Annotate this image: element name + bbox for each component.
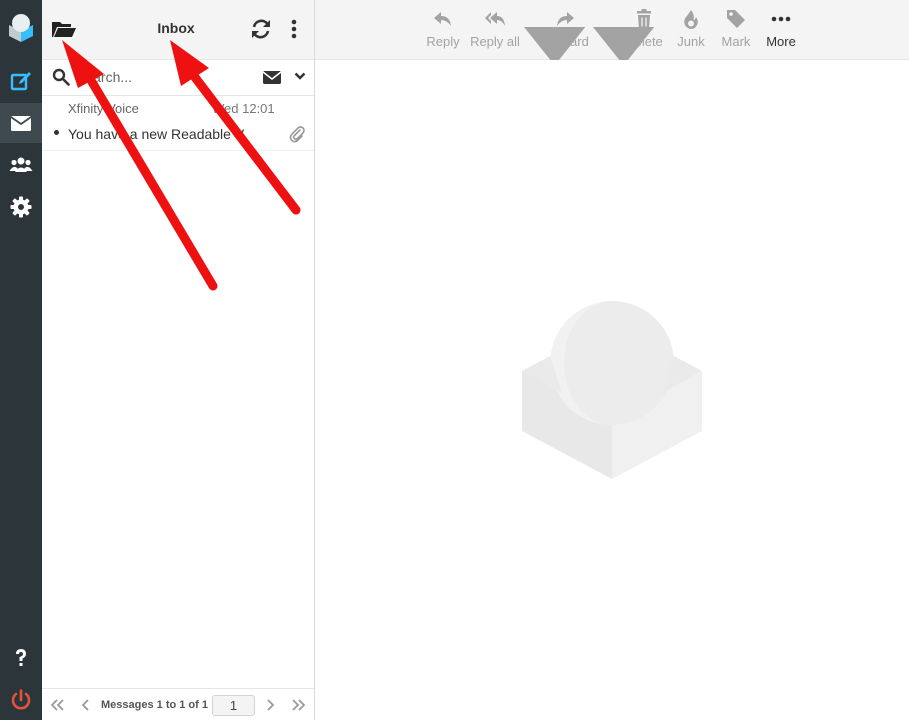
reply-button[interactable]: Reply xyxy=(423,8,463,54)
chevron-down-icon[interactable] xyxy=(294,70,306,82)
roundcube-watermark-icon xyxy=(522,301,702,479)
help-button[interactable] xyxy=(0,638,42,678)
mark-button[interactable]: Mark xyxy=(717,8,755,54)
logout-icon xyxy=(11,689,31,710)
message-subject: You have a new Readable V xyxy=(68,126,245,142)
message-date: Wed 12:01 xyxy=(212,101,275,116)
more-horizontal-icon xyxy=(771,16,791,22)
forward-button[interactable]: Forward xyxy=(539,8,591,54)
refresh-icon[interactable] xyxy=(249,17,273,41)
settings-icon xyxy=(10,196,32,218)
mark-label: Mark xyxy=(721,34,751,49)
message-from: Xfinity Voice xyxy=(68,101,139,116)
settings-button[interactable] xyxy=(0,187,42,227)
message-list-panel: Inbox Xfinity Voice Wed 12:01 xyxy=(42,0,315,720)
junk-label: Junk xyxy=(677,34,705,49)
delete-button[interactable]: Delete xyxy=(623,8,665,54)
contacts-icon xyxy=(9,157,33,172)
contacts-button[interactable] xyxy=(0,145,42,185)
reply-all-button[interactable]: Reply all xyxy=(469,8,521,54)
forward-label: Forward xyxy=(541,34,589,49)
message-toolbar: Reply Reply all Forward Delete Junk Mark… xyxy=(315,0,909,66)
reply-icon xyxy=(434,12,451,26)
forward-icon xyxy=(557,12,574,26)
envelope-icon[interactable] xyxy=(262,69,282,85)
mail-button[interactable] xyxy=(0,103,42,143)
reply-all-icon xyxy=(485,12,505,26)
compose-icon xyxy=(10,72,31,91)
prev-page-icon[interactable] xyxy=(77,697,93,713)
reply-all-label: Reply all xyxy=(470,34,520,49)
search-icon[interactable] xyxy=(52,68,70,86)
logout-button[interactable] xyxy=(0,680,42,720)
more-button[interactable]: More xyxy=(763,8,799,54)
compose-button[interactable] xyxy=(0,61,42,101)
search-bar xyxy=(42,60,314,96)
message-count: Messages 1 to 1 of 1 xyxy=(101,699,208,711)
first-page-icon[interactable] xyxy=(49,697,65,713)
folder-title: Inbox xyxy=(157,20,195,36)
help-icon xyxy=(16,649,26,666)
junk-fire-icon xyxy=(684,10,698,29)
unread-dot xyxy=(54,130,59,135)
message-row[interactable]: Xfinity Voice Wed 12:01 You have a new R… xyxy=(42,97,314,151)
folder-open-icon[interactable] xyxy=(51,18,77,40)
more-vertical-icon[interactable] xyxy=(286,17,302,41)
mail-icon xyxy=(10,116,32,131)
page-number-input[interactable]: 1 xyxy=(212,695,255,716)
list-header: Inbox xyxy=(42,0,314,60)
logo-icon[interactable] xyxy=(5,11,37,43)
attachment-icon xyxy=(289,126,305,143)
junk-button[interactable]: Junk xyxy=(673,8,709,54)
delete-label: Delete xyxy=(625,34,663,49)
tag-icon xyxy=(727,10,745,28)
last-page-icon[interactable] xyxy=(291,697,307,713)
more-label: More xyxy=(766,34,796,49)
reply-label: Reply xyxy=(426,34,460,49)
pagination: Messages 1 to 1 of 1 1 xyxy=(42,688,314,720)
search-input[interactable] xyxy=(76,67,246,87)
message-preview-pane xyxy=(315,60,909,720)
next-page-icon[interactable] xyxy=(263,697,279,713)
trash-icon xyxy=(637,9,651,29)
app-rail xyxy=(0,0,42,720)
